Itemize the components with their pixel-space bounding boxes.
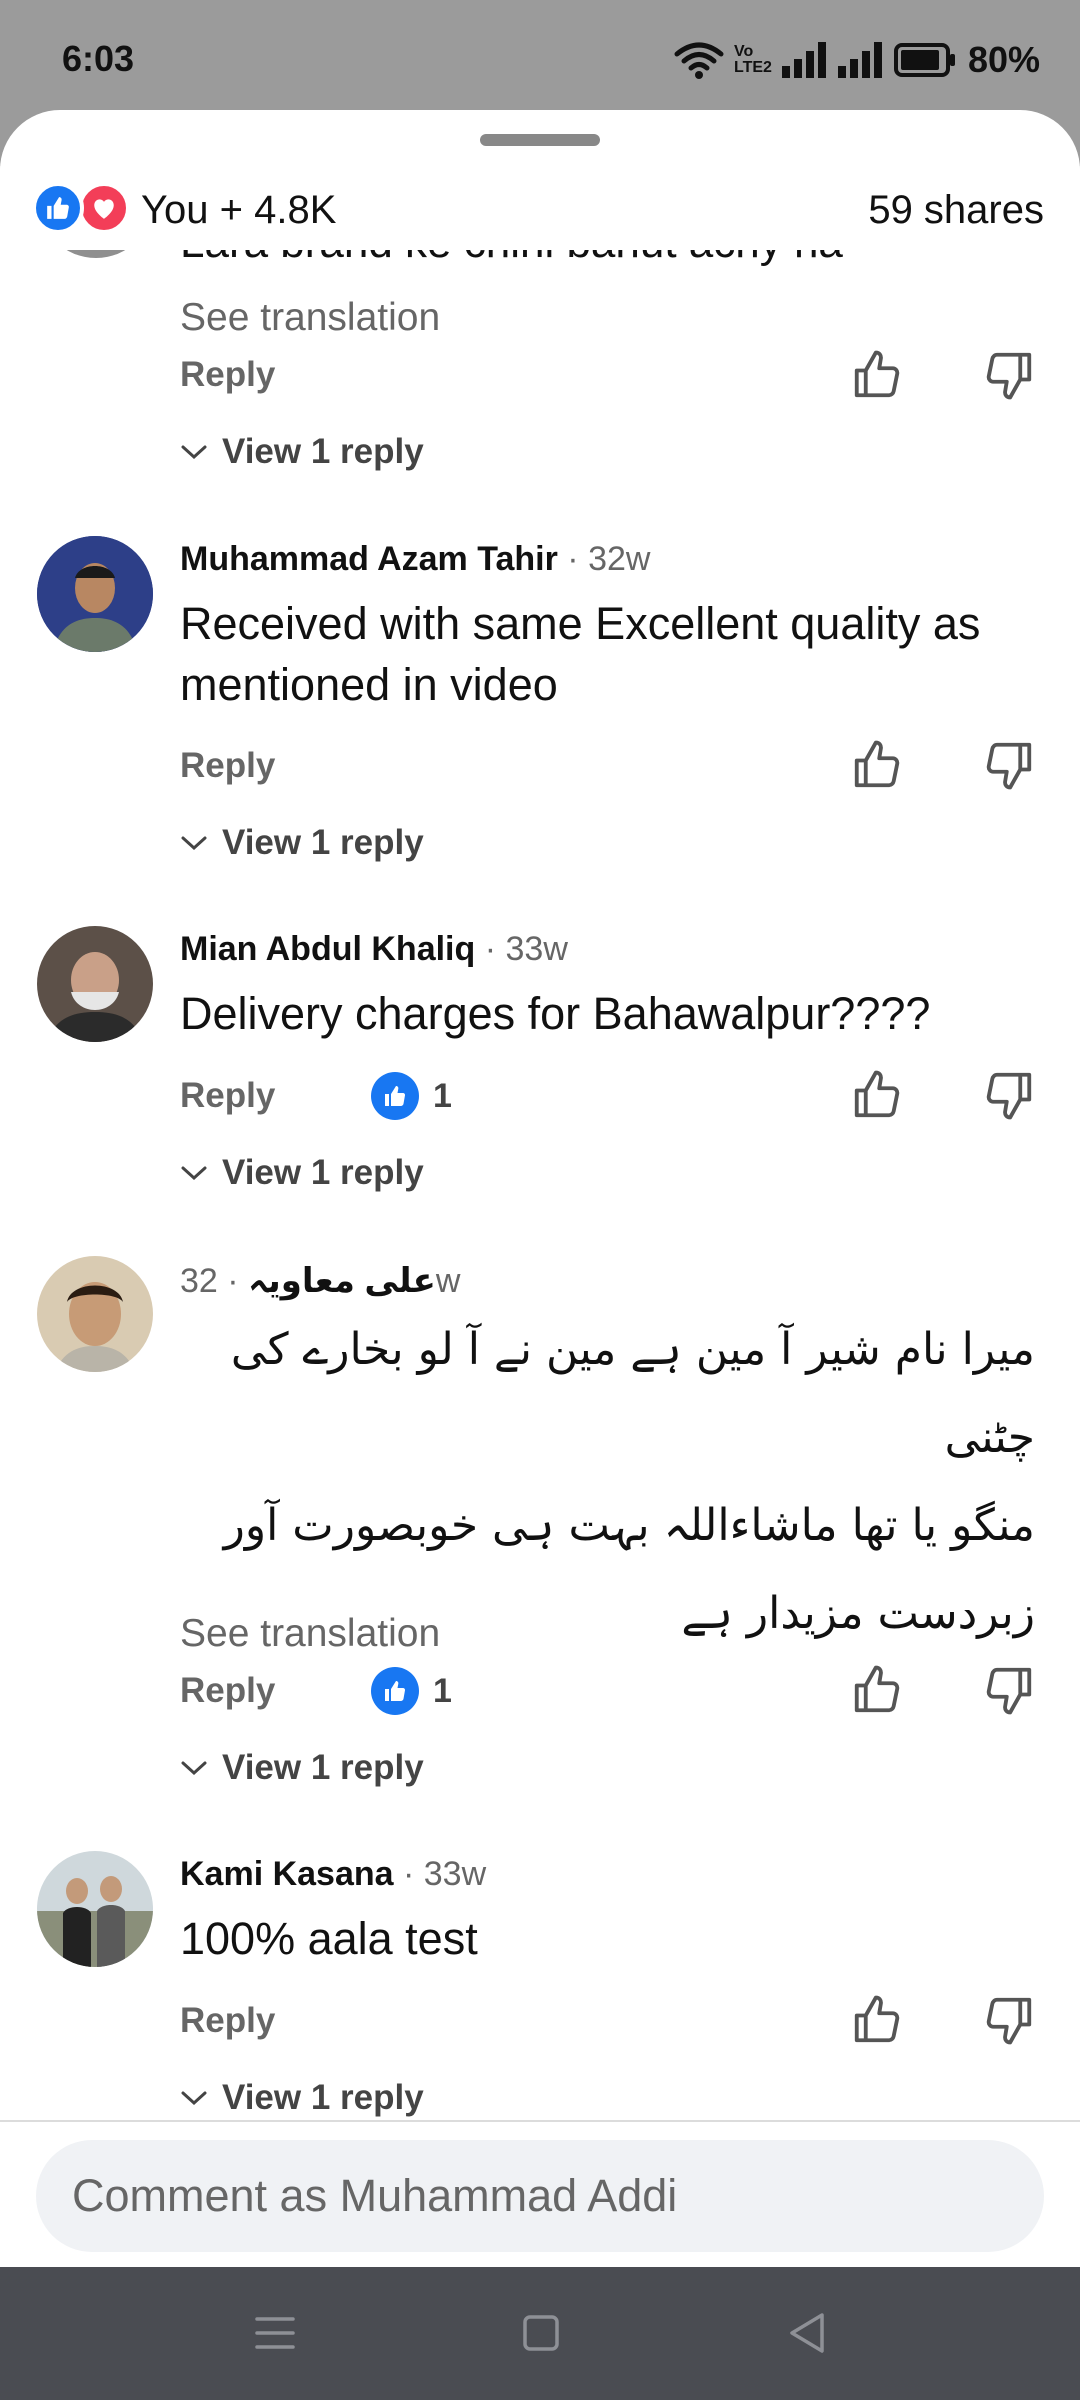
see-translation-link[interactable]: See translation [180,296,440,340]
thumbs-down-icon[interactable] [982,1993,1036,2047]
view-replies-button[interactable]: View 1 reply [180,1153,424,1193]
thumbs-down-icon[interactable] [982,1068,1036,1122]
comment-author-line: Muhammad Azam Tahir · 32w [180,540,650,579]
status-time: 6:03 [62,38,135,79]
reaction-icons[interactable] [32,182,132,234]
comments-list[interactable]: Lara brand ke chini bahut achy ha See tr… [0,110,1080,2120]
comment-like-count[interactable]: 1 [371,1072,452,1120]
thumbs-down-icon[interactable] [982,738,1036,792]
reactions-header: You + 4.8K 59 shares [0,166,1080,250]
avatar[interactable] [37,1256,153,1372]
comment-age: · 32w [567,540,651,578]
signal-icon-1 [781,42,826,78]
comment-author-line: Kami Kasana · 33w [180,1855,486,1894]
home-square-icon[interactable] [511,2307,571,2359]
navigation-bar [0,2267,1080,2400]
thumbs-up-icon[interactable] [850,1663,904,1717]
battery-icon [893,43,955,77]
comment-author-line: Mian Abdul Khaliq · 33w [180,930,568,969]
back-triangle-icon[interactable] [778,2307,838,2359]
volte-indicator: Vo LTE2 [734,43,772,76]
battery-percent: 80% [967,39,1040,80]
comment-text: میرا نام شیر آ مین ہے مین نے آ لو بخارے … [223,1324,1035,1639]
reply-button[interactable]: Reply [180,2001,275,2041]
reply-button[interactable]: Reply [180,1671,275,1711]
status-bar: 6:03 Vo LTE2 80% [0,0,1080,110]
love-icon [78,182,130,234]
chevron-down-icon [181,445,207,460]
view-replies-button[interactable]: View 1 reply [180,432,424,472]
comment-age: · 33w [403,1855,487,1893]
status-icons: Vo LTE2 80% [674,36,1040,84]
thumbs-up-icon[interactable] [850,738,904,792]
comment-text: Received with same Excellent quality as … [180,598,981,710]
chevron-down-icon [181,2091,207,2106]
comment-text: Delivery charges for Bahawalpur???? [180,988,931,1039]
comments-sheet: You + 4.8K 59 shares Lara brand ke chini… [0,110,1080,2267]
comment-age: · 33w [484,930,568,968]
avatar[interactable] [37,1851,153,1967]
thumbs-down-icon[interactable] [982,348,1036,402]
avatar[interactable] [37,536,153,652]
view-replies-button[interactable]: View 1 reply [180,2078,424,2118]
see-translation-link[interactable]: See translation [180,1612,440,1656]
comment-input[interactable] [36,2140,1044,2252]
like-icon [371,1072,419,1120]
thumbs-up-icon[interactable] [850,348,904,402]
comment-author[interactable]: Muhammad Azam Tahir [180,540,558,578]
avatar[interactable] [37,926,153,1042]
reply-button[interactable]: Reply [180,746,275,786]
signal-icon-2 [837,42,882,78]
chevron-down-icon [181,1761,207,1776]
reply-button[interactable]: Reply [180,1076,275,1116]
wifi-icon [674,42,724,79]
reaction-count[interactable]: You + 4.8K [141,188,336,233]
comment-author[interactable]: علی معاویہ [248,1262,436,1300]
comment-author-line: علی معاویہ · 32w [180,1260,460,1301]
comment-author[interactable]: Kami Kasana [180,1855,394,1893]
thumbs-up-icon[interactable] [850,1993,904,2047]
thumbs-up-icon[interactable] [850,1068,904,1122]
comment-author[interactable]: Mian Abdul Khaliq [180,930,475,968]
menu-icon[interactable] [245,2307,305,2359]
chevron-down-icon [181,836,207,851]
chevron-down-icon [181,1166,207,1181]
view-replies-button[interactable]: View 1 reply [180,1748,424,1788]
shares-count[interactable]: 59 shares [868,188,1044,233]
comment-composer [0,2120,1080,2267]
reply-button[interactable]: Reply [180,355,275,395]
comment-text: 100% aala test [180,1913,478,1964]
comment-like-count[interactable]: 1 [371,1667,452,1715]
thumbs-down-icon[interactable] [982,1663,1036,1717]
view-replies-button[interactable]: View 1 reply [180,823,424,863]
like-icon [371,1667,419,1715]
like-icon [32,182,84,234]
